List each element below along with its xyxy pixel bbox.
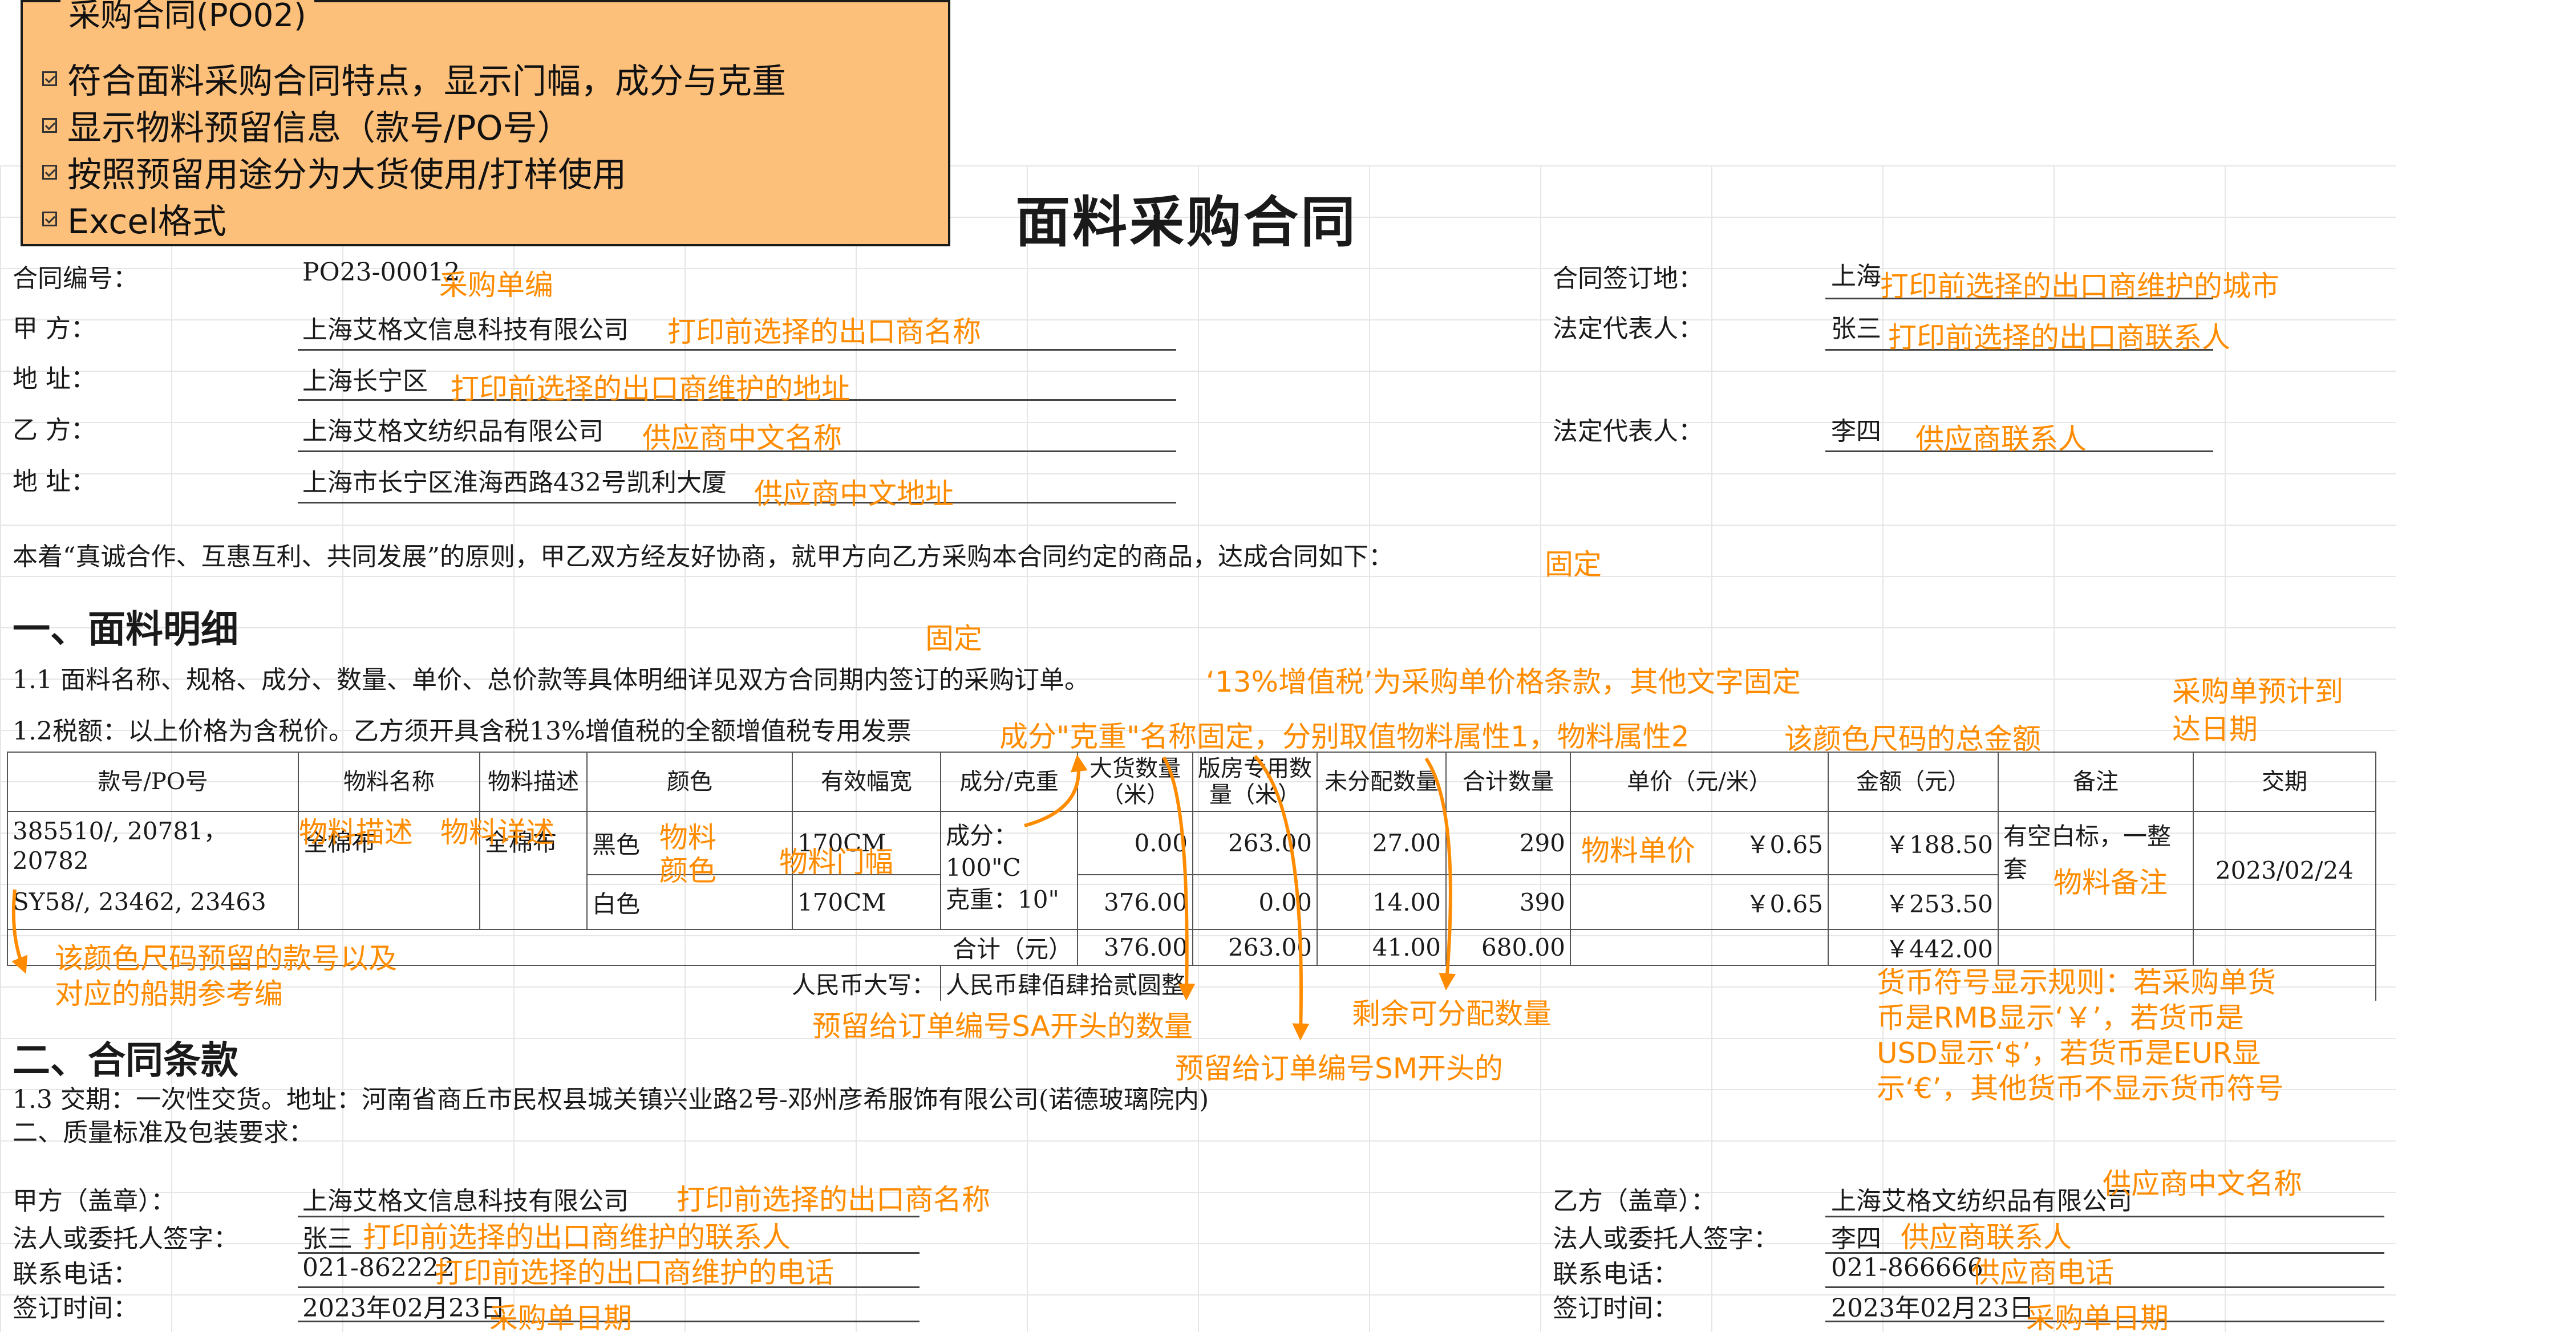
annotation: 采购单日期 (2026, 1302, 2169, 1332)
annotation: 打印前选择的出口商维护的地址 (451, 372, 850, 405)
annotation: 预留给订单编号SA开头的数量 (812, 1010, 1193, 1043)
checkbox-icon (42, 164, 57, 180)
annotation: 供应商中文名称 (642, 421, 842, 454)
annotation: 物料备注 (2053, 866, 2168, 899)
annotation: 供应商中文地址 (754, 477, 954, 510)
annotation: 预留给订单编号SM开头的 (1175, 1052, 1503, 1085)
annotation: 采购单编 (439, 269, 553, 302)
annotation: 打印前选择的出口商名称 (667, 315, 981, 348)
arrow-icon (1162, 756, 1196, 1001)
annotation: 供应商电话 (1971, 1256, 2114, 1289)
annotation: 采购单日期 (489, 1302, 632, 1332)
checkbox-icon (42, 71, 57, 86)
annotation: 固定 (925, 622, 982, 655)
checkbox-icon (42, 211, 57, 226)
checkbox-icon (42, 117, 57, 133)
annotation: 供应商中文名称 (2103, 1167, 2302, 1200)
callout-box: 采购合同(PO02) 符合面料采购合同特点，显示门幅，成分与克重 显示物料预留信… (21, 0, 950, 246)
annotation: 物料详述 (440, 816, 554, 849)
annotation: 打印前选择的出口商联系人 (1888, 321, 2230, 354)
annotation: 该颜色尺码预留的款号以及对应的船期参考编 (55, 942, 397, 1010)
annotation: 物料单价 (1581, 834, 1695, 867)
annotation: 采购单预计到达日期 (2172, 675, 2343, 746)
callout-item: 符合面料采购合同特点，显示门幅，成分与克重 (42, 54, 786, 103)
arrow-icon (11, 889, 28, 974)
callout-item: Excel格式 (42, 194, 226, 243)
annotation: 物料门幅 (779, 846, 893, 879)
annotation: 固定 (1545, 548, 1602, 581)
annotation: 供应商联系人 (1915, 423, 2087, 456)
annotation: 成分"克重"名称固定，分别取值物料属性1，物料属性2 (999, 720, 1690, 753)
callout-item: 按照预留用途分为大货使用/打样使用 (42, 147, 626, 197)
annotation: 打印前选择的出口商名称 (677, 1183, 990, 1216)
arrow-icon (1424, 757, 1456, 990)
annotation: 该颜色尺码的总金额 (1784, 722, 2041, 756)
annotation: ‘13%增值税’为采购单价格条款，其他文字固定 (1206, 665, 1801, 699)
callout-item: 显示物料预留信息（款号/PO号） (42, 100, 572, 150)
arrow-icon (1253, 754, 1310, 1041)
annotation: 货币符号显示规则：若采购单货币是RMB显示‘￥’，若货币是USD显示‘$’，若货… (1877, 966, 2284, 1105)
annotation: 打印前选择的出口商维护的电话 (435, 1256, 834, 1289)
arrow-icon (1024, 754, 1088, 827)
annotation: 剩余可分配数量 (1352, 997, 1552, 1030)
callout-title: 采购合同(PO02) (60, 0, 314, 36)
annotation: 物料颜色 (659, 821, 716, 887)
annotation: 物料描述 (299, 816, 413, 849)
annotation: 打印前选择的出口商维护的城市 (1880, 270, 2279, 303)
